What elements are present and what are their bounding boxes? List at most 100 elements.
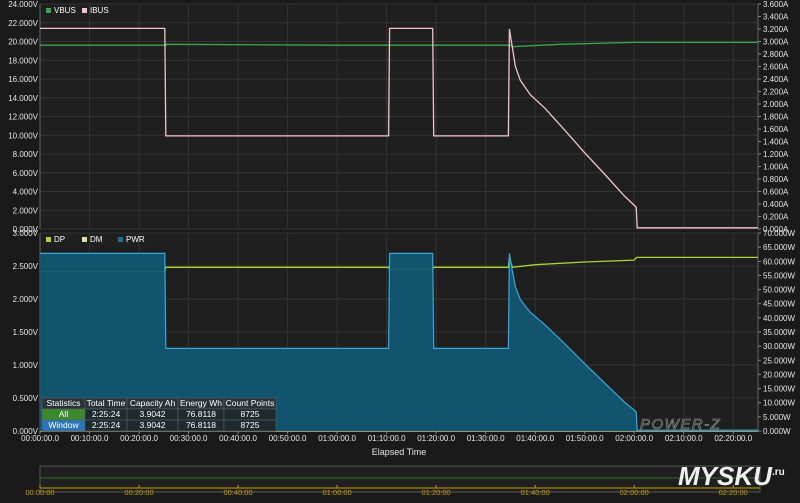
x-tick-label: 01:30:00.0: [467, 434, 505, 443]
left-tick-label: 10.000V: [8, 131, 38, 140]
legend-swatch-pwr: [118, 237, 123, 242]
legend-label-dm: DM: [90, 235, 103, 244]
right-tick-label: 0.400A: [763, 200, 789, 209]
right-tick-label: 2.000A: [763, 100, 789, 109]
right-tick-label: 3.400A: [763, 13, 789, 22]
x-tick-label: 01:40:00.0: [516, 434, 554, 443]
legend-label-vbus: VBUS: [54, 6, 76, 15]
left-tick-label: 20.000V: [8, 38, 38, 47]
chart-panel-top: 0.000V2.000V4.000V6.000V8.000V10.000V12.…: [8, 0, 789, 234]
stats-header-capacity-ah: Capacity Ah: [130, 398, 176, 408]
left-tick-label: 8.000V: [13, 150, 39, 159]
left-tick-label: 18.000V: [8, 56, 38, 65]
right-tick-label: 2.800A: [763, 50, 789, 59]
left-tick-label: 3.000V: [13, 229, 39, 238]
right-tick-label: 25.000W: [763, 356, 795, 365]
stats-header-count-points: Count Points: [226, 398, 275, 408]
stats-header-total-time: Total Time: [87, 398, 126, 408]
left-tick-label: 4.000V: [13, 188, 39, 197]
left-tick-label: 1.500V: [13, 328, 39, 337]
x-tick-label: 01:20:00.0: [417, 434, 455, 443]
right-tick-label: 55.000W: [763, 271, 795, 280]
left-tick-label: 24.000V: [8, 0, 38, 9]
right-tick-label: 1.800A: [763, 113, 789, 122]
legend-label-pwr: PWR: [126, 235, 145, 244]
stats-row: Window 2:25:24 3.9042 76.8118 8725: [41, 419, 277, 432]
x-tick-label: 00:00:00.0: [21, 434, 59, 443]
stats-cell-value: 2:25:24: [92, 420, 121, 430]
power-z-watermark: POWER-Z: [640, 416, 721, 433]
legend-bottom: DP DM PWR: [46, 235, 145, 244]
right-tick-label: 1.200A: [763, 150, 789, 159]
navigator-tick-label: 00:20:00: [124, 488, 153, 497]
legend-label-dp: DP: [54, 235, 65, 244]
site-watermark-suffix: .ru: [772, 467, 785, 478]
time-navigator: 00:00:00 00:20:00 00:40:00 01:00:00 01:20:00…: [25, 465, 761, 497]
x-tick-label: 01:50:00.0: [566, 434, 604, 443]
stats-cell-value: All: [59, 409, 69, 419]
power-z-chart: 0.000V2.000V4.000V6.000V8.000V10.000V12.…: [8, 0, 795, 497]
right-tick-label: 3.000A: [763, 38, 789, 47]
right-tick-label: 20.000W: [763, 370, 795, 379]
stats-cell-value: 8725: [241, 409, 260, 419]
right-tick-label: 40.000W: [763, 314, 795, 323]
site-watermark-text: MYSKU: [678, 461, 773, 491]
stats-table: Statistics Total Time Capacity Ah Energy Wh…: [41, 397, 277, 432]
x-tick-label: 01:00:00.0: [318, 434, 356, 443]
legend-label-ibus: IBUS: [90, 6, 109, 15]
x-tick-label: 00:30:00.0: [170, 434, 208, 443]
right-tick-label: 50.000W: [763, 286, 795, 295]
legend-swatch-dm: [82, 237, 87, 242]
legend-swatch-ibus: [82, 8, 87, 13]
navigator-tick-label: 01:40:00: [521, 488, 550, 497]
navigator-tick-label: 00:00:00: [25, 488, 54, 497]
right-tick-label: 2.600A: [763, 63, 789, 72]
x-tick-label: 02:00:00.0: [615, 434, 653, 443]
stats-cell-value: 3.9042: [140, 420, 166, 430]
left-tick-label: 2.000V: [13, 295, 39, 304]
left-tick-label: 2.500V: [13, 262, 39, 271]
right-tick-label: 2.200A: [763, 88, 789, 97]
right-tick-label: 5.000W: [763, 413, 791, 422]
right-tick-label: 10.000W: [763, 399, 795, 408]
left-tick-label: 1.000V: [13, 361, 39, 370]
stats-cell-value: 76.8118: [186, 409, 216, 419]
left-tick-label: 6.000V: [13, 169, 39, 178]
stats-cell-value: 3.9042: [140, 409, 166, 419]
right-tick-label: 1.000A: [763, 163, 789, 172]
x-tick-label: 00:20:00.0: [120, 434, 158, 443]
right-tick-label: 0.600A: [763, 188, 789, 197]
left-tick-label: 12.000V: [8, 113, 38, 122]
right-tick-label: 0.200A: [763, 213, 789, 222]
stats-row: All 2:25:24 3.9042 76.8118 8725: [41, 408, 277, 421]
legend-swatch-dp: [46, 237, 51, 242]
left-tick-label: 16.000V: [8, 75, 38, 84]
x-tick-label: 00:50:00.0: [269, 434, 307, 443]
navigator-tick-label: 02:00:00: [620, 488, 649, 497]
right-tick-label: 2.400A: [763, 75, 789, 84]
x-axis-title: Elapsed Time: [372, 447, 427, 457]
stats-cell-value: 76.8118: [186, 420, 216, 430]
right-tick-label: 3.200A: [763, 25, 789, 34]
x-tick-label: 01:10:00.0: [368, 434, 406, 443]
x-tick-label: 00:10:00.0: [71, 434, 109, 443]
right-tick-label: 65.000W: [763, 243, 795, 252]
stats-header-energy-wh: Energy Wh: [180, 398, 222, 408]
right-tick-label: 15.000W: [763, 385, 795, 394]
x-tick-label: 02:20:00.0: [714, 434, 752, 443]
right-tick-label: 30.000W: [763, 342, 795, 351]
left-tick-label: 2.000V: [13, 206, 39, 215]
stats-cell-value: 8725: [241, 420, 260, 430]
right-tick-label: 0.800A: [763, 175, 789, 184]
navigator-tick-label: 00:40:00: [223, 488, 252, 497]
left-tick-label: 22.000V: [8, 19, 38, 28]
right-tick-label: 35.000W: [763, 328, 795, 337]
right-tick-label: 70.000W: [763, 229, 795, 238]
stats-cell-value: 2:25:24: [92, 409, 121, 419]
right-tick-label: 3.600A: [763, 0, 789, 9]
x-tick-label: 02:10:00.0: [665, 434, 703, 443]
site-watermark: MYSKU .ru: [678, 461, 785, 491]
x-tick-label: 00:40:00.0: [219, 434, 257, 443]
right-tick-label: 1.400A: [763, 138, 789, 147]
right-tick-label: 1.600A: [763, 125, 789, 134]
